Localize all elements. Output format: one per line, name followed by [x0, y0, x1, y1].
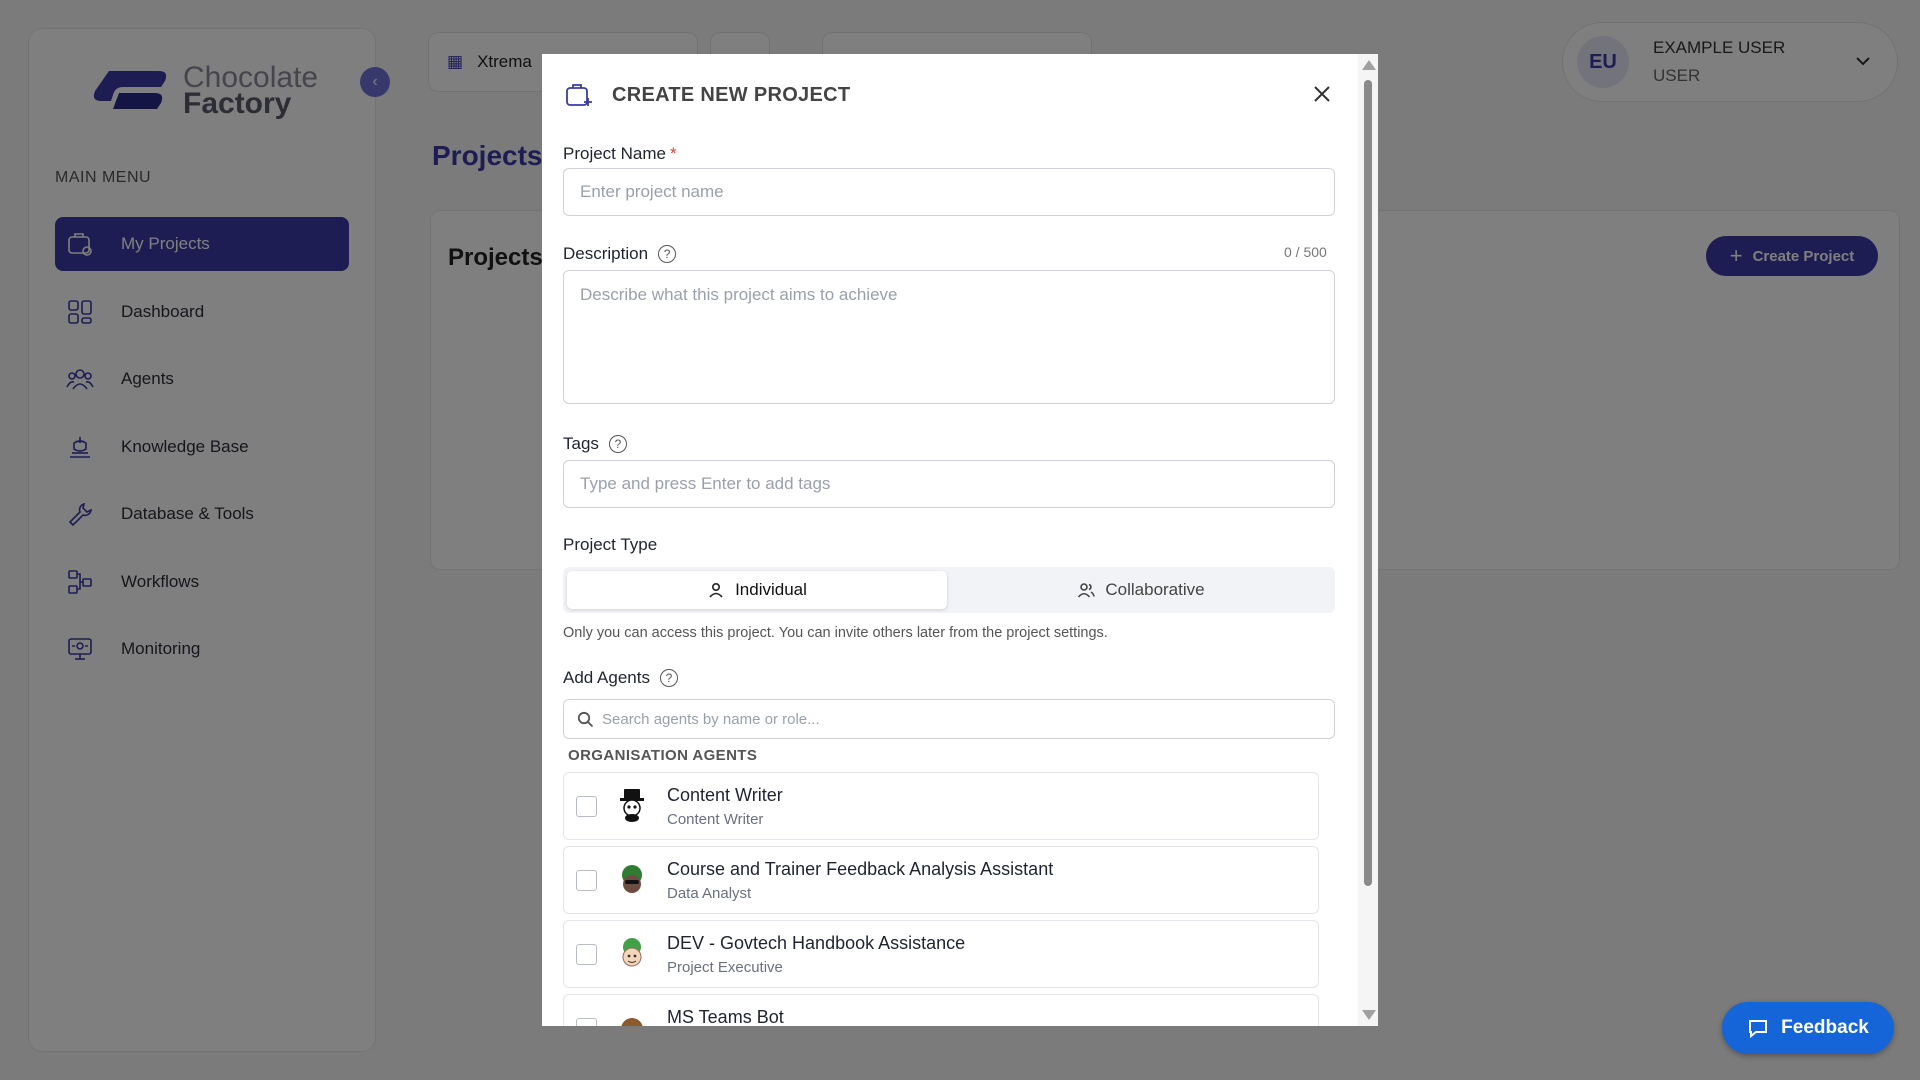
agent-list: Content Writer Content Writer Course and… — [563, 772, 1319, 1026]
tags-input[interactable] — [563, 460, 1335, 508]
help-icon[interactable]: ? — [659, 669, 678, 687]
project-type-label: Project Type — [563, 535, 658, 554]
modal-scrollbar[interactable] — [1358, 54, 1378, 1026]
agent-checkbox[interactable] — [576, 1018, 597, 1026]
agent-role: Content Writer — [667, 811, 764, 828]
project-type-toggle: Individual Collaborative — [563, 567, 1335, 613]
description-textarea[interactable] — [563, 270, 1335, 404]
agent-name: DEV - Govtech Handbook Assistance — [667, 933, 966, 953]
agent-avatar-icon — [622, 938, 642, 967]
project-name-input[interactable] — [563, 168, 1335, 216]
description-char-counter: 0 / 500 — [1284, 244, 1327, 260]
modal-title: CREATE NEW PROJECT — [612, 83, 851, 106]
agent-checkbox[interactable] — [576, 944, 597, 965]
feedback-label: Feedback — [1781, 1017, 1869, 1038]
add-agents-label: Add Agents ? — [563, 668, 678, 688]
add-project-icon — [566, 84, 592, 106]
agent-list-item[interactable]: MS Teams Bot — [563, 994, 1319, 1026]
close-modal-button[interactable] — [1308, 80, 1336, 108]
help-icon[interactable]: ? — [608, 435, 627, 453]
agent-search — [563, 699, 1335, 739]
user-icon — [709, 582, 723, 598]
agent-list-item[interactable]: DEV - Govtech Handbook Assistance Projec… — [563, 920, 1319, 988]
modal-content: CREATE NEW PROJECT Project Name* Descrip… — [542, 54, 1358, 1026]
required-mark: * — [669, 144, 677, 163]
agent-search-input[interactable] — [602, 700, 1322, 738]
description-label: Description ? — [563, 244, 677, 264]
feedback-button[interactable]: Feedback — [1722, 1002, 1894, 1054]
modal-header: CREATE NEW PROJECT — [564, 80, 850, 110]
create-project-modal: CREATE NEW PROJECT Project Name* Descrip… — [542, 54, 1378, 1026]
close-icon — [1314, 86, 1330, 102]
agent-name: Content Writer — [667, 785, 783, 805]
project-name-label: Project Name * — [563, 144, 677, 163]
chat-icon — [1749, 1020, 1768, 1039]
agent-checkbox[interactable] — [576, 870, 597, 891]
project-type-individual[interactable]: Individual — [567, 571, 947, 609]
search-icon — [577, 711, 594, 728]
scroll-up-arrow-icon[interactable] — [1362, 60, 1376, 70]
agent-role: Data Analyst — [667, 885, 752, 902]
scroll-down-arrow-icon[interactable] — [1362, 1010, 1376, 1020]
users-icon — [1078, 583, 1096, 598]
help-icon[interactable]: ? — [658, 245, 677, 263]
project-type-hint: Only you can access this project. You ca… — [563, 625, 1108, 641]
agent-avatar-icon — [622, 865, 642, 893]
project-type-collaborative[interactable]: Collaborative — [951, 571, 1331, 609]
agent-checkbox[interactable] — [576, 796, 597, 817]
scrollbar-thumb[interactable] — [1364, 80, 1372, 886]
agent-name: Course and Trainer Feedback Analysis Ass… — [667, 859, 1054, 879]
organisation-agents-heading: ORGANISATION AGENTS — [568, 747, 758, 764]
agent-list-item[interactable]: Content Writer Content Writer — [563, 772, 1319, 840]
agent-role: Project Executive — [667, 959, 783, 976]
agent-list-item[interactable]: Course and Trainer Feedback Analysis Ass… — [563, 846, 1319, 914]
agent-avatar-icon — [621, 1018, 643, 1026]
agent-avatar-icon — [620, 789, 644, 822]
agent-name: MS Teams Bot — [667, 1007, 784, 1026]
tags-label: Tags ? — [563, 434, 627, 454]
